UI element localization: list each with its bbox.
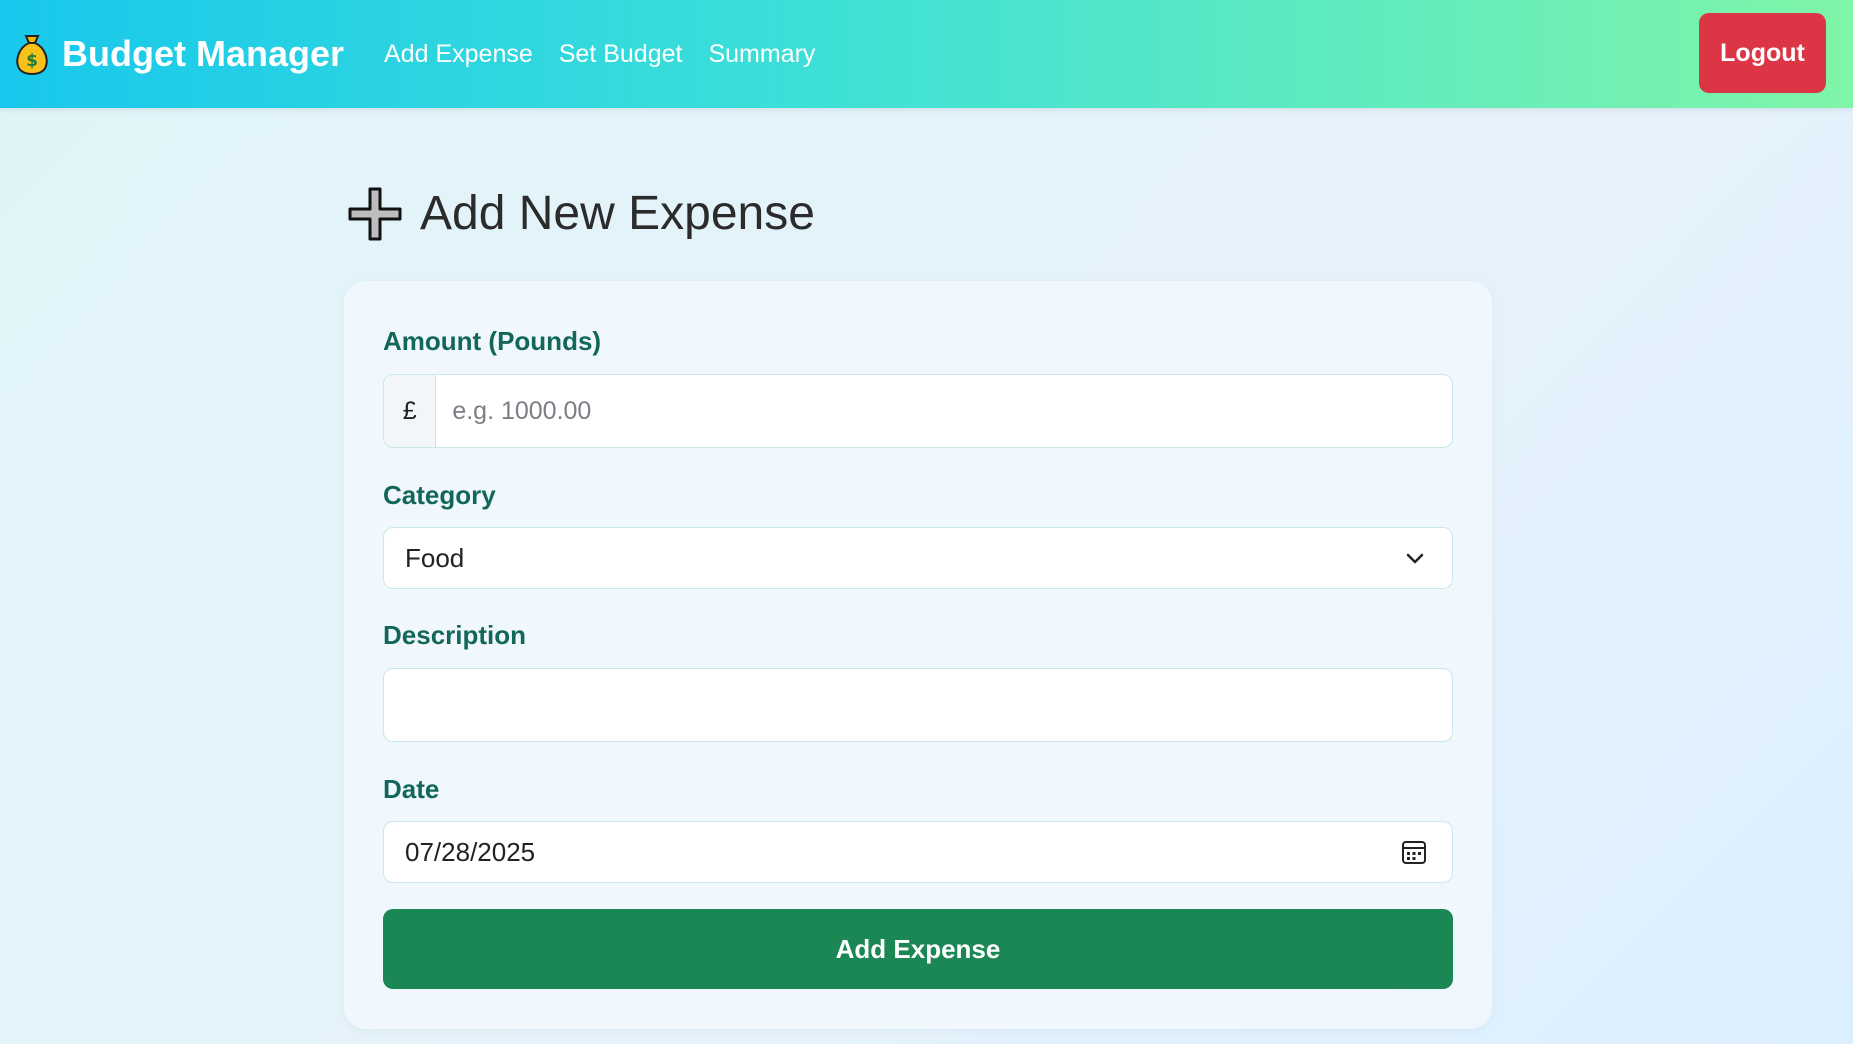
nav-link-add-expense[interactable]: Add Expense <box>384 40 533 69</box>
category-selected-value: Food <box>405 542 465 573</box>
brand-name: Budget Manager <box>62 33 345 74</box>
category-select[interactable]: Food <box>383 527 1453 589</box>
calendar-icon[interactable] <box>1401 839 1427 865</box>
plus-icon <box>348 187 402 240</box>
description-label: Description <box>383 620 527 650</box>
chevron-down-icon <box>1406 553 1424 564</box>
page-title-text: Add New Expense <box>420 187 815 240</box>
category-label: Category <box>383 480 496 510</box>
nav-links: Add Expense Set Budget Summary <box>384 40 841 69</box>
amount-input-group: £ <box>383 374 1453 448</box>
logout-button[interactable]: Logout <box>1699 13 1826 93</box>
money-bag-icon: $ <box>16 35 48 76</box>
expense-form-card: Amount (Pounds) £ Category Food Descript… <box>344 281 1492 1029</box>
nav-link-summary[interactable]: Summary <box>708 40 815 69</box>
amount-input[interactable] <box>436 396 1452 426</box>
date-field[interactable]: 07/28/2025 <box>383 821 1453 883</box>
currency-prefix: £ <box>384 375 437 447</box>
top-navbar: $ Budget Manager Add Expense Set Budget … <box>0 0 1853 108</box>
amount-label: Amount (Pounds) <box>383 326 602 356</box>
description-input[interactable] <box>384 690 1452 720</box>
add-expense-button[interactable]: Add Expense <box>383 909 1453 989</box>
date-label: Date <box>383 774 440 804</box>
page-title: Add New Expense <box>348 186 815 241</box>
nav-link-set-budget[interactable]: Set Budget <box>559 40 683 69</box>
brand[interactable]: $ Budget Manager <box>14 32 344 76</box>
svg-text:$: $ <box>26 51 38 71</box>
date-value: 07/28/2025 <box>405 836 536 867</box>
description-field <box>383 668 1453 742</box>
